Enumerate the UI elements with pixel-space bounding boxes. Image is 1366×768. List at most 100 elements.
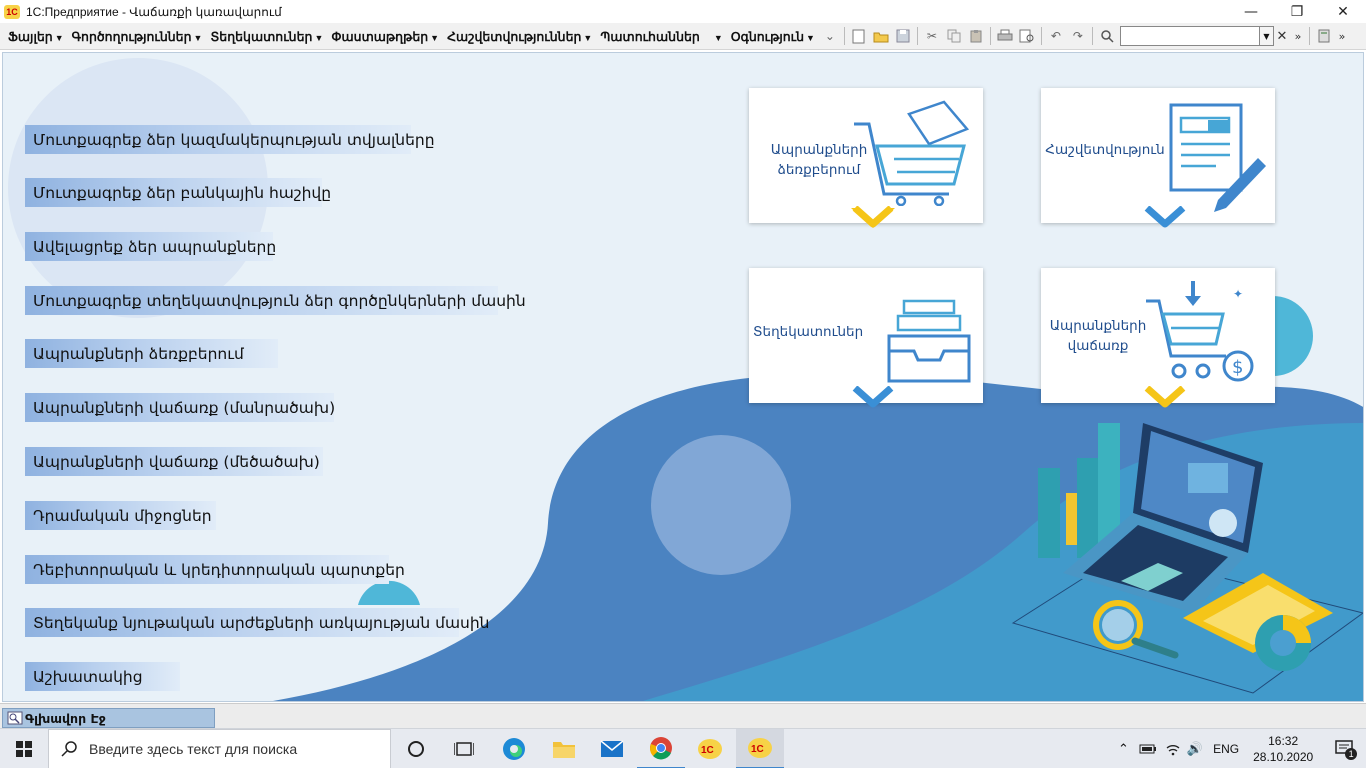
tile-sales[interactable]: Ապրանքների վաճառք ✦ $ — [1041, 268, 1275, 408]
archive-box-icon — [887, 299, 971, 383]
wifi-icon[interactable] — [1165, 742, 1181, 756]
calculator-icon[interactable] — [1313, 26, 1335, 46]
show-hidden-icons-icon[interactable]: ⌃ — [1118, 741, 1129, 757]
clock-time: 16:32 — [1268, 734, 1299, 748]
print-preview-icon[interactable] — [1016, 26, 1038, 46]
nav-link-add-products[interactable]: Ավելացրեք ձեր ապրանքները — [25, 232, 276, 261]
1c-logo-icon: 1С — [4, 4, 20, 19]
background-half-circle — [358, 580, 420, 605]
edge-browser-icon[interactable] — [490, 729, 538, 768]
search-icon — [61, 741, 77, 757]
save-icon[interactable] — [892, 26, 914, 46]
menu-directories[interactable]: Տեղեկատուներ ▼ — [206, 29, 327, 44]
toolbar-overflow-icon[interactable]: » — [1335, 26, 1349, 46]
tile-report[interactable]: Հաշվետվություն — [1041, 88, 1275, 228]
open-folder-icon[interactable] — [870, 26, 892, 46]
nav-link-purchases[interactable]: Ապրանքների ձեռքբերում — [25, 339, 278, 368]
nav-link-inventory-report[interactable]: Տեղեկանք նյութական արժեքների առկայության… — [25, 608, 490, 637]
menu-file[interactable]: Ֆայլեր ▼ — [4, 29, 68, 44]
search-icon[interactable] — [1096, 26, 1118, 46]
tile-directories-label: Տեղեկատուներ — [753, 324, 864, 340]
window-title: 1C:Предприятие - Վաճառքի կառավարում — [26, 4, 282, 19]
volume-icon[interactable]: 🔊 — [1187, 741, 1203, 757]
toolbar-separator — [916, 27, 918, 45]
tab-home-page[interactable]: Գլխավոր Էջ — [2, 708, 215, 728]
notifications-icon[interactable]: 1 — [1335, 740, 1358, 760]
nav-link-partners-info[interactable]: Մուտքագրեք տեղեկատվություն ձեր գործընկեր… — [25, 286, 526, 315]
nav-link-wholesale-sales[interactable]: Ապրանքների վաճառք (մեծածախ) — [25, 447, 323, 476]
tile-report-label: Հաշվետվություն — [1045, 142, 1165, 158]
nav-link-bank-account[interactable]: Մուտքագրեք ձեր բանկային հաշիվը — [25, 178, 331, 207]
cart-dollar-icon: ✦ $ — [1146, 281, 1254, 382]
start-button[interactable] — [0, 729, 48, 768]
taskbar: Введите здесь текст для поиска 1С 1С ⌃ 🔊… — [0, 728, 1366, 768]
report-document-icon — [1169, 103, 1266, 212]
new-document-icon[interactable] — [848, 26, 870, 46]
home-page-icon — [7, 711, 23, 725]
clock[interactable]: 16:32 28.10.2020 — [1253, 733, 1313, 765]
toolbar-separator — [843, 27, 845, 45]
svg-text:1С: 1С — [701, 745, 714, 756]
taskbar-search-placeholder: Введите здесь текст для поиска — [89, 741, 298, 757]
file-explorer-icon[interactable] — [540, 729, 588, 768]
toolbar-search-input[interactable] — [1119, 26, 1260, 46]
1c-app-active-icon[interactable]: 1С — [736, 729, 784, 768]
toolbar-separator — [1308, 27, 1310, 45]
tile-sales-label-line1: Ապրանքների — [1049, 318, 1147, 334]
maximize-button[interactable]: ❐ — [1274, 0, 1320, 23]
nav-link-retail-sales[interactable]: Ապրանքների վաճառք (մանրածախ) — [25, 393, 335, 422]
chevron-down-icon — [1144, 386, 1186, 408]
paste-icon[interactable] — [965, 26, 987, 46]
battery-icon[interactable] — [1139, 743, 1157, 755]
menu-actions[interactable]: Գործողություններ ▼ — [68, 29, 207, 44]
nav-link-employee[interactable]: Աշխատակից — [25, 662, 180, 691]
clear-search-icon[interactable]: ✕ — [1274, 26, 1290, 46]
svg-text:1С: 1С — [751, 744, 764, 755]
tile-directories[interactable]: Տեղեկատուներ — [749, 268, 983, 408]
tile-purchases[interactable]: Ապրանքների ձեռքբերում — [749, 88, 983, 228]
menu-reports[interactable]: Հաշվետվություններ ▼ — [443, 29, 596, 44]
toolbar-overflow-icon[interactable]: » — [1290, 26, 1306, 46]
toolbar-overflow-icon[interactable]: ⌄ — [819, 26, 841, 46]
nav-link-debts[interactable]: Դեբիտորական և կրեդիտորական պարտքեր — [25, 555, 405, 584]
tile-sales-label-line2: վաճառք — [1067, 338, 1129, 354]
toolbar-separator — [1040, 27, 1042, 45]
chevron-down-icon — [1144, 206, 1186, 228]
tab-home-page-label: Գլխավոր Էջ — [25, 710, 106, 726]
chrome-icon[interactable] — [637, 729, 685, 768]
section-bar: Գլխավոր Էջ — [0, 703, 1366, 729]
notification-count-badge: 1 — [1345, 748, 1358, 760]
background-circle — [651, 435, 791, 575]
windows-logo-icon — [16, 741, 32, 757]
shopping-cart-icon — [854, 100, 970, 206]
redo-icon[interactable]: ↷ — [1067, 26, 1089, 46]
mail-icon[interactable] — [588, 729, 636, 768]
cut-icon[interactable]: ✂ — [921, 26, 943, 46]
menu-documents[interactable]: Փաստաթղթեր ▼ — [327, 29, 443, 44]
toolbar-separator — [1091, 27, 1093, 45]
cortana-icon[interactable] — [392, 729, 440, 768]
undo-icon[interactable]: ↶ — [1045, 26, 1067, 46]
menu-windows[interactable]: Պատուհաններ ▼ — [596, 29, 726, 44]
clock-date: 28.10.2020 — [1253, 750, 1314, 764]
chevron-down-icon — [851, 206, 895, 228]
svg-text:✦: ✦ — [1233, 287, 1243, 301]
nav-link-cash[interactable]: Դրամական միջոցներ — [25, 501, 216, 530]
nav-link-organization-data[interactable]: Մուտքագրեք ձեր կազմակերպության տվյալները — [25, 125, 435, 154]
toolbar-separator — [989, 27, 991, 45]
close-button[interactable]: ✕ — [1320, 0, 1366, 23]
menu-help[interactable]: Օգնություն ▼ — [727, 29, 819, 44]
task-view-icon[interactable] — [440, 729, 488, 768]
search-dropdown-icon[interactable]: ▼ — [1259, 26, 1274, 46]
home-page: Մուտքագրեք ձեր կազմակերպության տվյալները… — [2, 52, 1364, 702]
language-indicator[interactable]: ENG — [1213, 742, 1239, 756]
app-window: 1С 1C:Предприятие - Վաճառքի կառավարում —… — [0, 0, 1366, 768]
svg-text:$: $ — [1232, 357, 1243, 378]
taskbar-search-input[interactable]: Введите здесь текст для поиска — [48, 729, 391, 768]
copy-icon[interactable] — [943, 26, 965, 46]
chevron-down-icon — [852, 386, 894, 408]
minimize-button[interactable]: — — [1228, 0, 1274, 23]
title-bar: 1С 1C:Предприятие - Վաճառքի կառավարում —… — [0, 0, 1366, 23]
1c-app-icon[interactable]: 1С — [686, 729, 734, 768]
print-icon[interactable] — [994, 26, 1016, 46]
